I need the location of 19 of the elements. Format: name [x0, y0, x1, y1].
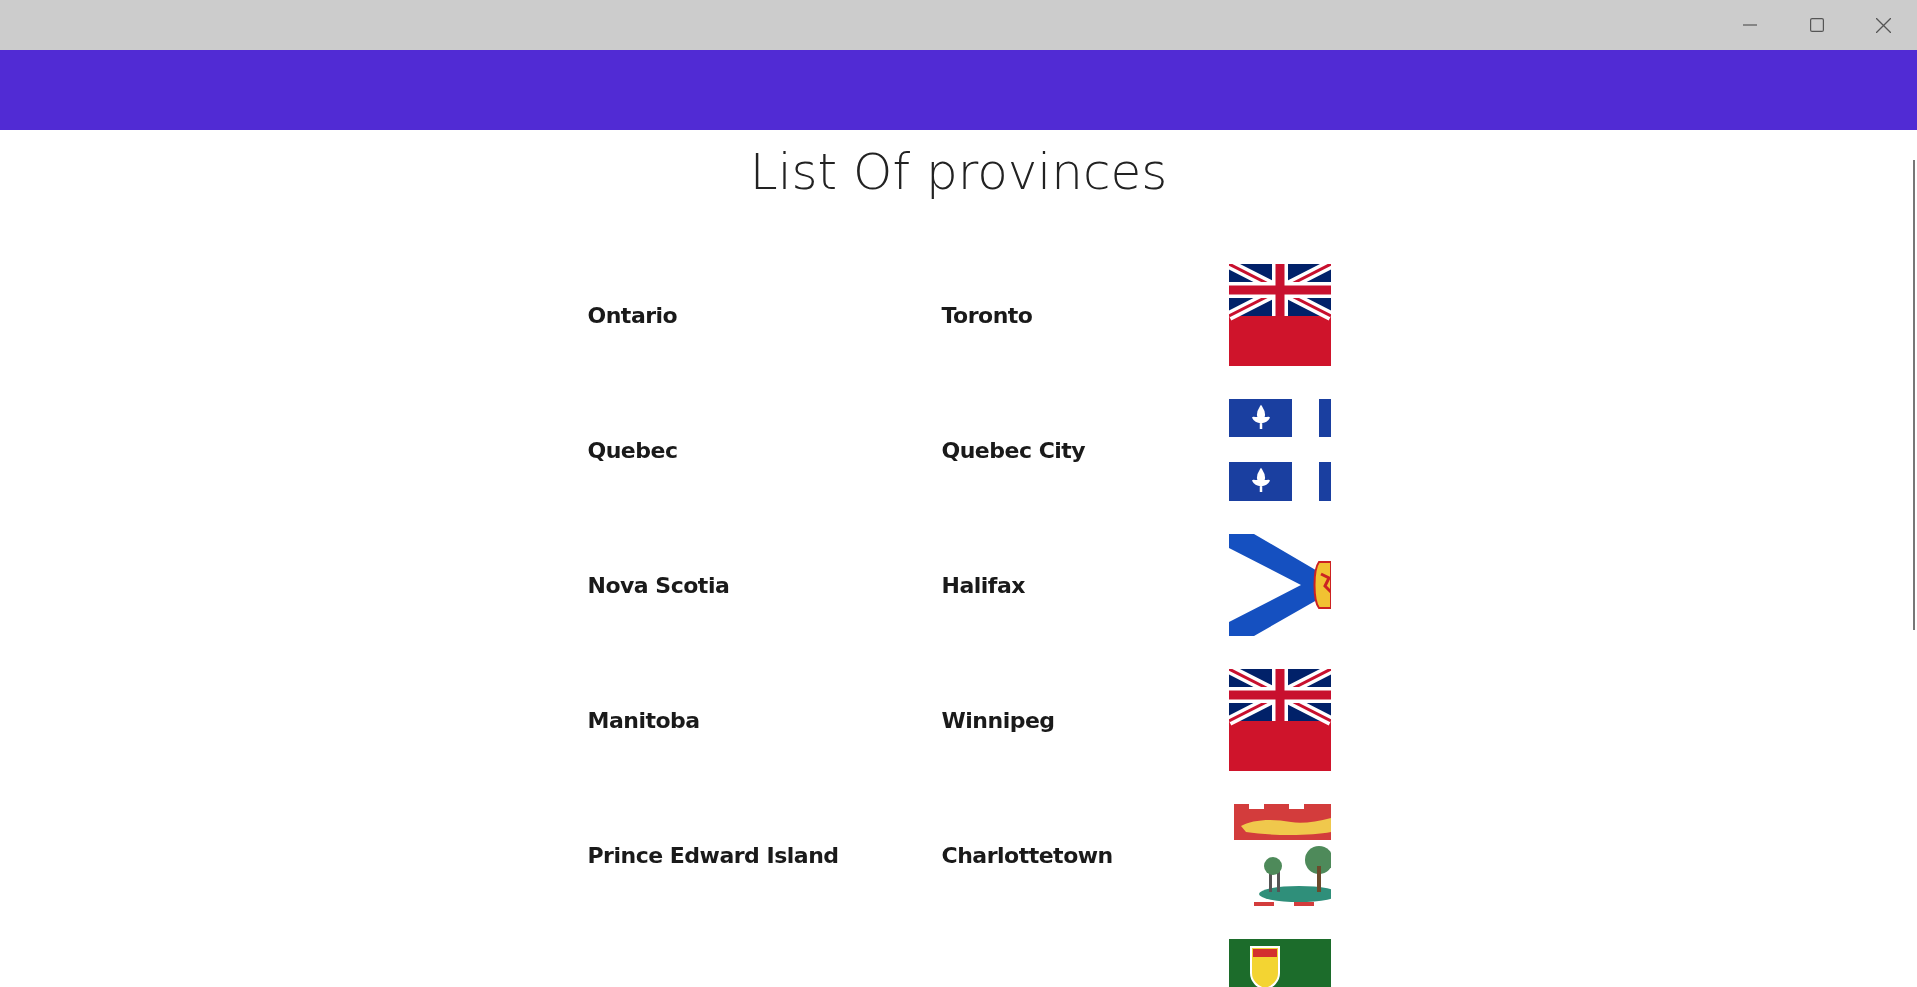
minimize-icon: [1742, 24, 1757, 26]
province-name: Manitoba: [587, 707, 701, 733]
flag-icon: [1228, 669, 1331, 771]
province-name: Nova Scotia: [587, 572, 731, 598]
capital-name: Halifax: [941, 572, 1026, 598]
flag-icon: [1228, 534, 1331, 636]
flag-icon: [1228, 399, 1331, 501]
flag-icon: [1228, 264, 1331, 366]
capital-name: Toronto: [941, 302, 1034, 328]
capital-name: Quebec City: [941, 437, 1087, 463]
capital-name: Winnipeg: [941, 707, 1056, 733]
page-title: List Of provinces: [749, 142, 1168, 202]
maximize-icon: [1809, 18, 1824, 32]
province-name: Quebec: [587, 437, 679, 463]
scrollbar[interactable]: [1913, 160, 1915, 630]
capital-name: Charlottetown: [941, 842, 1114, 868]
province-name: Ontario: [587, 302, 679, 328]
province-name: Prince Edward Island: [587, 842, 840, 868]
close-icon: [1876, 17, 1891, 33]
